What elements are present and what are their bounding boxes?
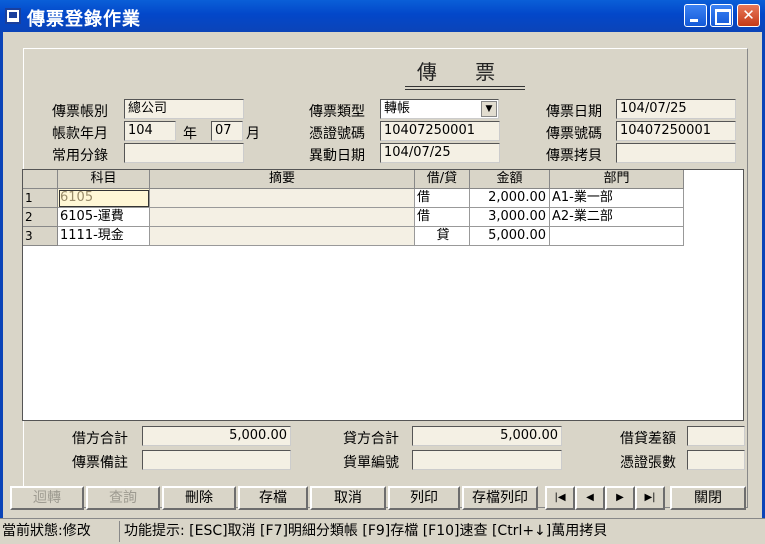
row-number-header bbox=[23, 170, 58, 189]
column-header-amount[interactable]: 金額 bbox=[470, 170, 550, 189]
save-print-button[interactable]: 存檔列印 bbox=[462, 486, 538, 510]
next-icon: ▶ bbox=[616, 492, 624, 503]
difference-label: 借貸差額 bbox=[620, 431, 676, 447]
voucher-type-value: 轉帳 bbox=[384, 101, 411, 116]
status-bar: 當前狀態:修改 功能提示: [ESC]取消 [F7]明細分類帳 [F9]存檔 [… bbox=[0, 518, 765, 544]
save-button[interactable]: 存檔 bbox=[238, 486, 308, 510]
cell-debit-credit[interactable]: 借 bbox=[415, 208, 470, 227]
voucher-no-field[interactable]: 10407250001 bbox=[616, 121, 736, 141]
debit-total-label: 借方合計 bbox=[72, 431, 128, 447]
period-year-field[interactable]: 104 bbox=[124, 121, 176, 141]
slip-number-label: 貨單編號 bbox=[343, 455, 399, 471]
cell-debit-credit[interactable]: 借 bbox=[415, 189, 470, 208]
app-icon bbox=[5, 8, 21, 24]
debit-total-field: 5,000.00 bbox=[142, 426, 291, 446]
reverse-button[interactable]: 迴轉 bbox=[10, 486, 84, 510]
column-header-memo[interactable]: 摘要 bbox=[150, 170, 415, 189]
maximize-button[interactable] bbox=[710, 4, 733, 27]
window-title: 傳票登錄作業 bbox=[27, 9, 141, 30]
note-label: 傳票備註 bbox=[72, 455, 128, 471]
cell-department[interactable]: A1-業一部 bbox=[550, 189, 684, 208]
page-title: 傳 票 bbox=[416, 60, 512, 84]
credit-total-label: 貸方合計 bbox=[343, 431, 399, 447]
cell-amount[interactable]: 3,000.00 bbox=[470, 208, 550, 227]
certificate-count-field[interactable] bbox=[687, 450, 745, 470]
cell-account[interactable]: 6105 bbox=[58, 189, 150, 208]
cell-memo[interactable] bbox=[150, 227, 415, 246]
slip-number-field[interactable] bbox=[412, 450, 562, 470]
maximize-icon bbox=[711, 5, 732, 26]
row-number: 3 bbox=[23, 227, 58, 246]
row-number: 2 bbox=[23, 208, 58, 227]
period-label: 帳款年月 bbox=[52, 126, 108, 142]
common-entry-field[interactable] bbox=[124, 143, 244, 163]
period-month-field[interactable]: 07 bbox=[211, 121, 243, 141]
cancel-button[interactable]: 取消 bbox=[310, 486, 386, 510]
voucher-date-field[interactable]: 104/07/25 bbox=[616, 99, 736, 119]
voucher-copier-label: 傳票拷貝 bbox=[546, 148, 602, 164]
cell-amount[interactable]: 5,000.00 bbox=[470, 227, 550, 246]
account-book-field[interactable]: 總公司 bbox=[124, 99, 244, 119]
cell-department[interactable] bbox=[550, 227, 684, 246]
column-header-department[interactable]: 部門 bbox=[550, 170, 684, 189]
delete-button[interactable]: 刪除 bbox=[162, 486, 236, 510]
change-date-label: 異動日期 bbox=[309, 148, 365, 164]
last-record-button[interactable]: ▶| bbox=[635, 486, 665, 510]
status-state: 當前狀態:修改 bbox=[2, 521, 120, 542]
account-book-label: 傳票帳別 bbox=[52, 104, 108, 120]
voucher-type-select[interactable]: 轉帳 ▼ bbox=[380, 99, 499, 119]
minimize-icon bbox=[685, 5, 706, 26]
cell-memo[interactable] bbox=[150, 189, 415, 208]
cell-memo[interactable] bbox=[150, 208, 415, 227]
last-icon: ▶| bbox=[644, 492, 656, 503]
column-header-account[interactable]: 科目 bbox=[58, 170, 150, 189]
change-date-field[interactable]: 104/07/25 bbox=[380, 143, 500, 163]
voucher-no-label: 傳票號碼 bbox=[546, 126, 602, 142]
note-field[interactable] bbox=[142, 450, 291, 470]
previous-icon: ◀ bbox=[586, 492, 594, 503]
query-button[interactable]: 查詢 bbox=[86, 486, 160, 510]
certificate-no-label: 憑證號碼 bbox=[309, 126, 365, 142]
credit-total-field: 5,000.00 bbox=[412, 426, 562, 446]
status-hint: 功能提示: [ESC]取消 [F7]明細分類帳 [F9]存檔 [F10]速查 [… bbox=[124, 523, 608, 539]
previous-record-button[interactable]: ◀ bbox=[575, 486, 605, 510]
cell-amount[interactable]: 2,000.00 bbox=[470, 189, 550, 208]
cell-account[interactable]: 1111-現金 bbox=[58, 227, 150, 246]
title-bar: 傳票登錄作業 ✕ bbox=[0, 0, 765, 32]
row-number: 1 bbox=[23, 189, 58, 208]
voucher-copier-field[interactable] bbox=[616, 143, 736, 163]
first-record-button[interactable]: |◀ bbox=[545, 486, 575, 510]
close-window-button[interactable]: ✕ bbox=[737, 4, 760, 27]
column-header-debit-credit[interactable]: 借/貸 bbox=[415, 170, 470, 189]
common-entry-label: 常用分錄 bbox=[52, 148, 108, 164]
next-record-button[interactable]: ▶ bbox=[605, 486, 635, 510]
year-unit: 年 bbox=[183, 126, 197, 142]
close-button[interactable]: 關閉 bbox=[670, 486, 746, 510]
voucher-type-label: 傳票類型 bbox=[309, 104, 365, 120]
print-button[interactable]: 列印 bbox=[388, 486, 460, 510]
title-underline bbox=[405, 86, 525, 90]
chevron-down-icon[interactable]: ▼ bbox=[481, 101, 497, 117]
close-icon: ✕ bbox=[742, 6, 755, 24]
minimize-button[interactable] bbox=[684, 4, 707, 27]
first-icon: |◀ bbox=[554, 492, 566, 503]
month-unit: 月 bbox=[246, 126, 260, 142]
cell-department[interactable]: A2-業二部 bbox=[550, 208, 684, 227]
certificate-count-label: 憑證張數 bbox=[620, 455, 676, 471]
cell-account[interactable]: 6105-運費 bbox=[58, 208, 150, 227]
cell-debit-credit[interactable]: 貸 bbox=[415, 227, 470, 246]
voucher-detail-grid[interactable]: 科目 摘要 借/貸 金額 部門 1 6105 借 2,000.00 A1-業一部… bbox=[22, 169, 744, 421]
certificate-no-field[interactable]: 10407250001 bbox=[380, 121, 500, 141]
difference-field bbox=[687, 426, 745, 446]
voucher-date-label: 傳票日期 bbox=[546, 104, 602, 120]
